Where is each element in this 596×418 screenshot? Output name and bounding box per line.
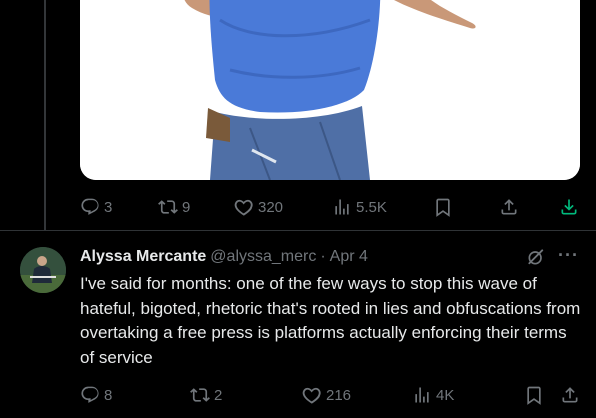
views-icon xyxy=(415,387,429,403)
post-text: I've said for months: one of the few way… xyxy=(80,274,581,367)
reply-button[interactable]: 3 xyxy=(80,197,112,217)
share-icon xyxy=(562,387,578,403)
media-photo xyxy=(80,0,580,180)
repost-count: 9 xyxy=(182,198,191,216)
thread-connector-line xyxy=(44,0,46,230)
post-view-count: 4K xyxy=(436,386,455,404)
share-button[interactable] xyxy=(499,197,519,217)
post-like-count: 216 xyxy=(326,386,352,404)
post-reply-count: 8 xyxy=(104,386,113,404)
avatar[interactable] xyxy=(20,247,66,293)
grok-icon xyxy=(528,249,544,265)
heart-icon xyxy=(234,199,253,216)
heart-icon xyxy=(302,387,321,404)
bookmark-icon xyxy=(436,198,450,217)
repost-icon xyxy=(158,200,178,214)
reply-icon xyxy=(81,386,99,403)
bookmark-button[interactable] xyxy=(433,197,453,217)
post-divider xyxy=(0,230,596,231)
views-icon xyxy=(335,199,349,215)
author-name[interactable]: Alyssa Mercante xyxy=(80,248,206,266)
post-reply-button[interactable]: 8 xyxy=(80,385,112,405)
post-views-button[interactable]: 4K xyxy=(412,385,454,405)
post-repost-button[interactable]: 2 xyxy=(190,385,222,405)
like-count: 320 xyxy=(258,198,284,216)
repost-button[interactable]: 9 xyxy=(158,197,190,217)
post-bookmark-button[interactable] xyxy=(524,385,544,405)
grok-button[interactable] xyxy=(526,247,546,267)
share-icon xyxy=(501,199,517,215)
like-button[interactable]: 320 xyxy=(234,197,283,217)
avatar-photo xyxy=(20,247,66,293)
header-separator: · xyxy=(320,248,326,265)
post-media-image[interactable] xyxy=(80,0,580,180)
post-like-button[interactable]: 216 xyxy=(302,385,351,405)
download-button[interactable] xyxy=(559,197,579,217)
post-header: Alyssa Mercante @alyssa_merc · Apr 4 xyxy=(80,248,368,266)
download-icon xyxy=(561,199,577,215)
reply-icon xyxy=(81,198,99,215)
more-button[interactable]: ··· xyxy=(558,245,579,265)
view-count: 5.5K xyxy=(356,198,387,216)
author-handle[interactable]: @alyssa_merc xyxy=(210,248,316,266)
post-date[interactable]: Apr 4 xyxy=(330,248,368,266)
bookmark-icon xyxy=(527,386,541,405)
post-repost-count: 2 xyxy=(214,386,223,404)
reply-count: 3 xyxy=(104,198,113,216)
views-button[interactable]: 5.5K xyxy=(332,197,387,217)
more-icon: ··· xyxy=(558,245,579,265)
post-share-button[interactable] xyxy=(560,385,580,405)
repost-icon xyxy=(190,388,210,402)
